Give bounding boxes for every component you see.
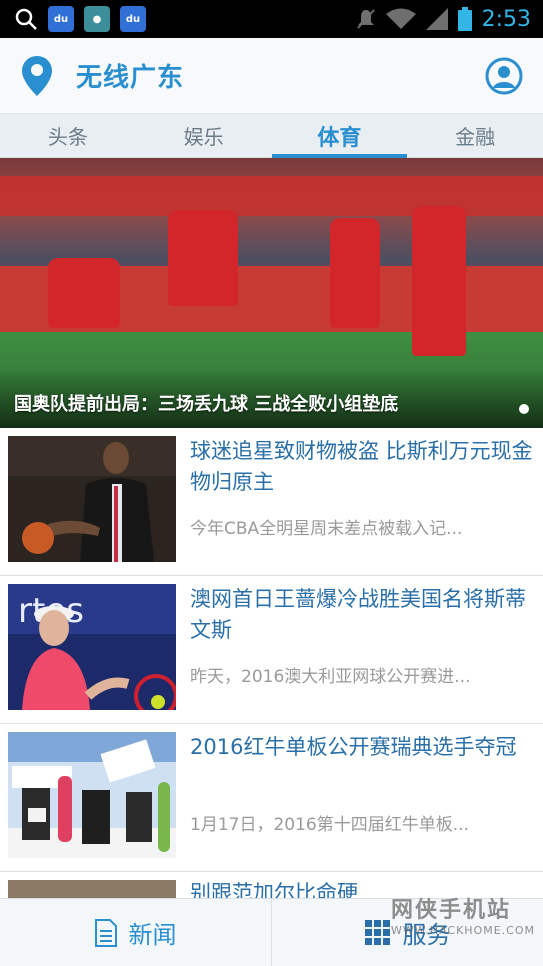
search-icon <box>15 8 37 30</box>
player-figure <box>168 210 238 306</box>
clock-time: 2:53 <box>481 6 531 32</box>
news-title: 球迷追星致财物被盗 比斯利万元现金物归原主 <box>190 439 533 494</box>
player-figure <box>48 258 120 328</box>
baidu-icon: du <box>120 6 146 32</box>
baidu-icon: du <box>48 6 74 32</box>
nav-services-label: 服务 <box>402 921 451 949</box>
news-summary: 今年CBA全明星周末差点被载入记... <box>190 519 463 539</box>
notification-icons: du ● du <box>0 6 146 32</box>
document-icon <box>94 918 117 947</box>
news-thumbnail <box>8 732 176 858</box>
player-figure <box>412 206 466 356</box>
news-title: 2016红牛单板公开赛瑞典选手夺冠 <box>190 735 517 759</box>
app-header: 无线广东 <box>0 38 543 114</box>
news-item[interactable]: 球迷追星致财物被盗 比斯利万元现金物归原主 今年CBA全明星周末差点被载入记..… <box>0 428 543 576</box>
nav-news-button[interactable]: 新闻 <box>0 899 271 966</box>
user-profile-icon[interactable] <box>485 57 523 95</box>
hero-carousel[interactable]: 国奥队提前出局：三场丢九球 三战全败小组垫底 <box>0 158 543 428</box>
nav-services-button[interactable]: 服务 <box>271 899 543 966</box>
grid-icon <box>364 919 390 945</box>
news-list: 球迷追星致财物被盗 比斯利万元现金物归原主 今年CBA全明星周末差点被载入记..… <box>0 428 543 872</box>
mute-icon <box>356 9 375 29</box>
news-title: 澳网首日王蔷爆冷战胜美国名将斯蒂文斯 <box>190 587 526 642</box>
status-bar: du ● du 2:53 <box>0 0 543 38</box>
news-item[interactable]: rtes 澳网首日王蔷爆冷战胜美国名将斯蒂文斯 昨天，2016澳大利亚网球公开赛… <box>0 576 543 724</box>
category-tabs: 头条 娱乐 体育 金融 <box>0 114 543 158</box>
news-thumbnail <box>8 436 176 562</box>
news-summary: 1月17日，2016第十四届红牛单板... <box>190 815 469 835</box>
bottom-nav: 新闻 服务 <box>0 898 543 966</box>
player-figure <box>330 218 380 328</box>
hero-caption[interactable]: 国奥队提前出局：三场丢九球 三战全败小组垫底 <box>14 390 398 416</box>
tab-entertainment[interactable]: 娱乐 <box>136 114 272 157</box>
app-screen: du ● du 2:53 无线广东 头条 娱乐 体育 金融 国奥队提前出局：三场… <box>0 0 543 966</box>
signal-icon <box>425 8 448 30</box>
app-title: 无线广东 <box>76 63 185 93</box>
tab-headlines[interactable]: 头条 <box>0 114 136 157</box>
news-item[interactable]: 2016红牛单板公开赛瑞典选手夺冠 1月17日，2016第十四届红牛单板... <box>0 724 543 872</box>
nav-news-label: 新闻 <box>128 921 177 949</box>
battery-icon <box>457 7 472 31</box>
system-icons: 2:53 <box>356 7 543 32</box>
news-summary: 昨天，2016澳大利亚网球公开赛进... <box>190 667 471 687</box>
news-thumbnail: rtes <box>8 584 176 710</box>
wifi-icon <box>385 8 416 29</box>
tab-sports[interactable]: 体育 <box>271 114 408 158</box>
location-pin-icon[interactable] <box>22 55 52 96</box>
carousel-indicator <box>519 404 529 414</box>
app-icon: ● <box>84 6 110 32</box>
tab-finance[interactable]: 金融 <box>407 114 543 157</box>
